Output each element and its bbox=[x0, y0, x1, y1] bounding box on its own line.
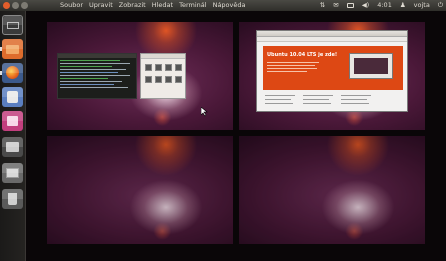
file-manager-window-thumbnail[interactable] bbox=[140, 53, 186, 99]
clock[interactable]: 4:01 bbox=[377, 0, 392, 11]
home-folder-icon[interactable] bbox=[2, 39, 23, 59]
running-indicator bbox=[0, 47, 2, 51]
desktop-screen: Soubor Upravit Zobrazit Hledat Terminál … bbox=[0, 0, 446, 261]
mouse-cursor-icon bbox=[201, 107, 208, 117]
menu-napoveda[interactable]: Nápověda bbox=[213, 0, 246, 11]
workspaces-launcher-icon[interactable] bbox=[2, 15, 23, 35]
browser-window-thumbnail[interactable]: Ubuntu 10.04 LTS je zde! bbox=[256, 30, 408, 112]
firefox-icon[interactable] bbox=[2, 63, 23, 83]
mail-icon[interactable]: ✉ bbox=[333, 0, 338, 11]
software-center-icon[interactable] bbox=[2, 87, 23, 107]
network-icon[interactable]: ⇅ bbox=[320, 0, 325, 11]
menu-terminal[interactable]: Terminál bbox=[179, 0, 206, 11]
workspace-3[interactable] bbox=[47, 136, 233, 244]
minimize-window-icon[interactable] bbox=[12, 2, 19, 9]
volume-icon[interactable]: ◀) bbox=[362, 0, 370, 11]
menu-upravit[interactable]: Upravit bbox=[89, 0, 113, 11]
app-menu-bar: Soubor Upravit Zobrazit Hledat Terminál … bbox=[60, 0, 245, 11]
menu-soubor[interactable]: Soubor bbox=[60, 0, 83, 11]
close-window-icon[interactable] bbox=[3, 2, 10, 9]
user-icon[interactable]: ♟ bbox=[400, 0, 406, 11]
maximize-window-icon[interactable] bbox=[21, 2, 28, 9]
workspace-1[interactable] bbox=[47, 22, 233, 130]
power-icon[interactable]: ⏻ bbox=[438, 0, 443, 11]
laptop-screenshot-image bbox=[349, 53, 393, 79]
trash-icon[interactable] bbox=[2, 189, 23, 209]
ubuntu-banner[interactable]: Ubuntu 10.04 LTS je zde! bbox=[263, 46, 403, 90]
workspace-4[interactable] bbox=[239, 136, 425, 244]
update-manager-icon[interactable] bbox=[2, 137, 23, 157]
terminal-window-thumbnail[interactable] bbox=[57, 53, 137, 99]
top-panel: Soubor Upravit Zobrazit Hledat Terminál … bbox=[0, 0, 446, 11]
ubuntu-banner-headline: Ubuntu 10.04 LTS je zde! bbox=[267, 52, 338, 58]
ubuntu-one-icon[interactable] bbox=[2, 111, 23, 131]
workspace-2[interactable]: Ubuntu 10.04 LTS je zde! bbox=[239, 22, 425, 130]
indicator-area: ⇅ ✉ ◀) 4:01 ♟ vojta ⏻ bbox=[320, 0, 443, 11]
launcher bbox=[0, 11, 26, 261]
battery-icon[interactable] bbox=[346, 3, 354, 8]
running-indicator bbox=[0, 71, 2, 75]
menu-hledat[interactable]: Hledat bbox=[152, 0, 173, 11]
user-name[interactable]: vojta bbox=[414, 0, 430, 11]
menu-zobrazit[interactable]: Zobrazit bbox=[119, 0, 146, 11]
workspace-switcher-icon[interactable] bbox=[2, 163, 23, 183]
